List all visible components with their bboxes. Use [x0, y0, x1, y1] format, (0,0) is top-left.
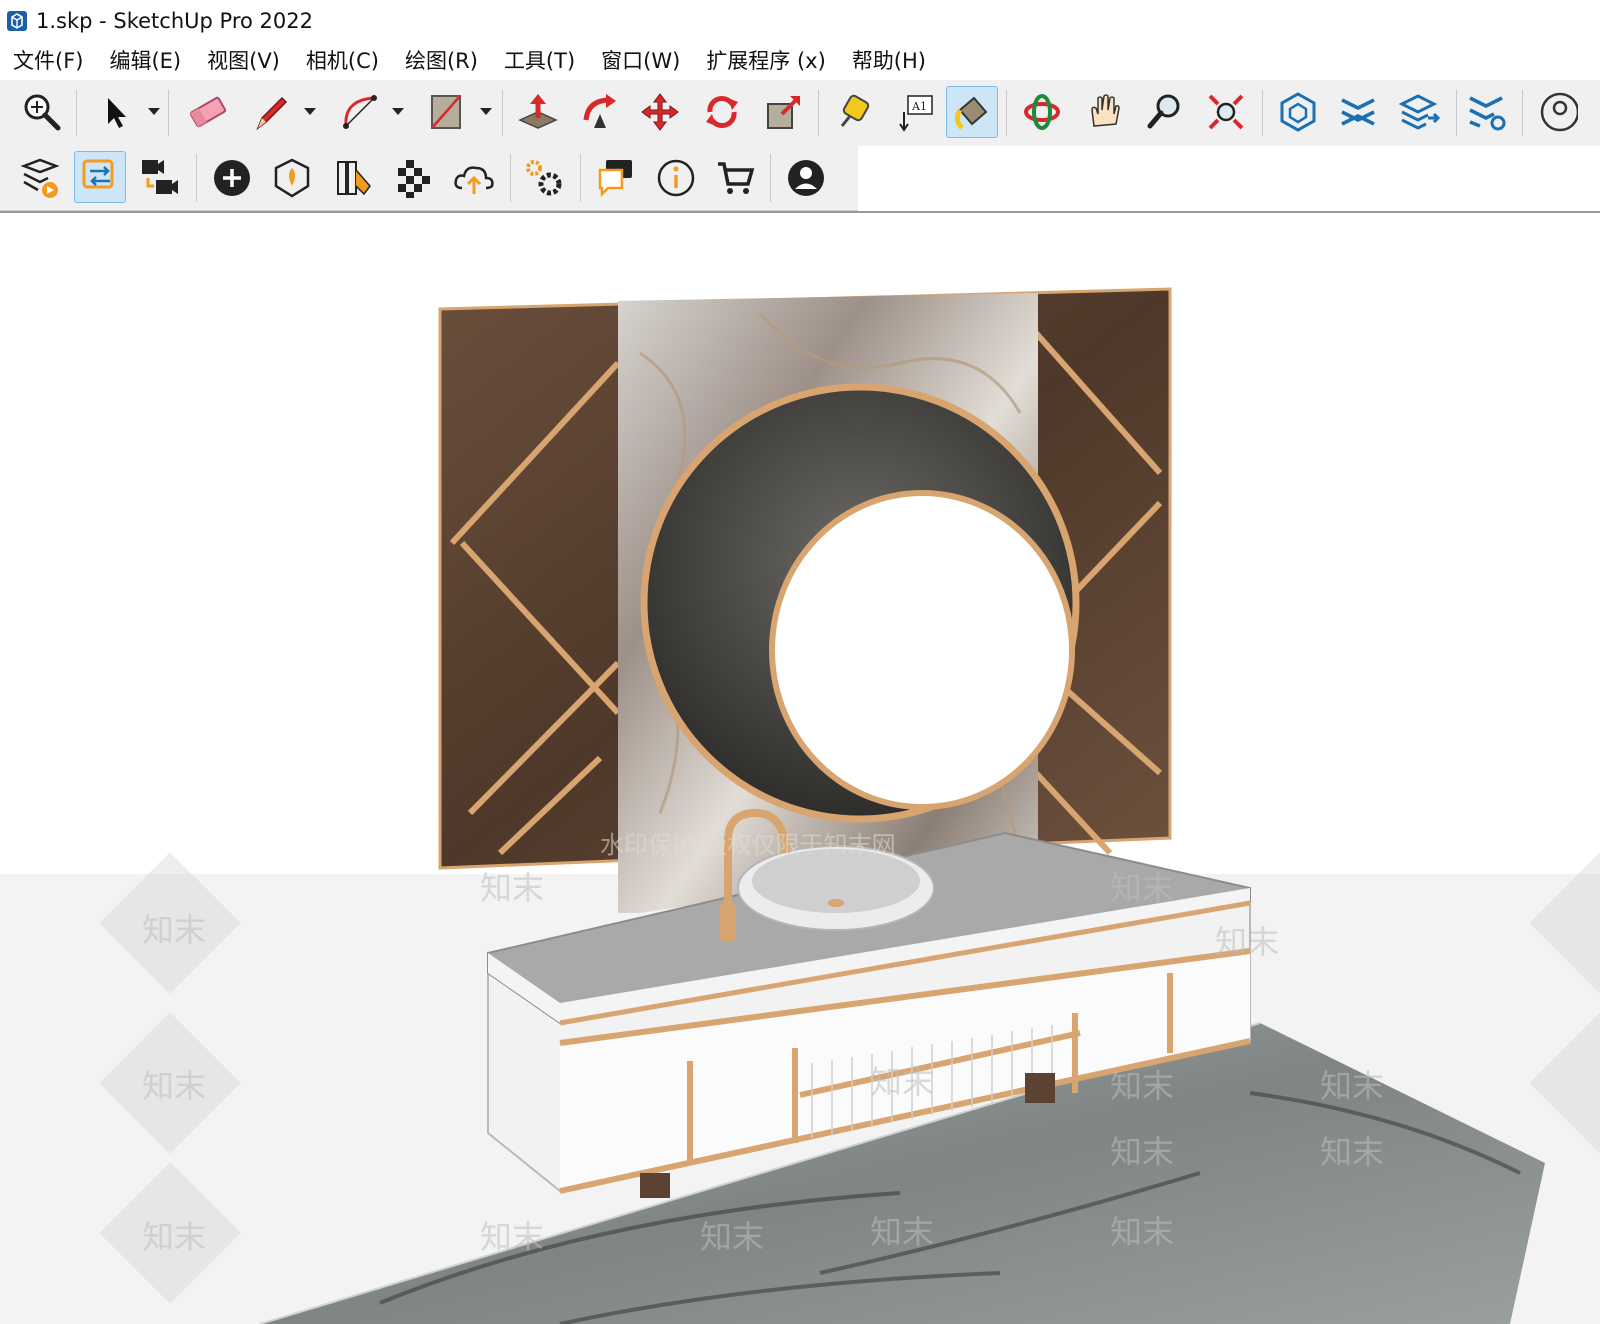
follow-me-icon[interactable]	[574, 86, 626, 138]
watermark-text: 知末	[1320, 1067, 1384, 1105]
watermark-text: 知末	[1110, 1213, 1174, 1251]
rotate-icon[interactable]	[696, 86, 748, 138]
watermark-text: 知末	[1110, 1133, 1174, 1171]
menu-tools[interactable]: 工具(T)	[491, 42, 588, 80]
orbit-icon[interactable]	[1016, 86, 1068, 138]
watermark-text: 知末	[142, 911, 206, 949]
svg-text:A1: A1	[911, 100, 927, 113]
pencil-line-icon[interactable]	[246, 86, 298, 138]
window-title: 1.skp - SketchUp Pro 2022	[36, 9, 313, 33]
watermark-text: 知末	[1215, 923, 1279, 961]
paint-bucket-icon[interactable]	[946, 86, 998, 138]
rectangle-icon[interactable]	[420, 86, 472, 138]
section-plane-icon[interactable]	[1332, 86, 1384, 138]
title-bar: 1.skp - SketchUp Pro 2022	[0, 0, 1600, 42]
arc-dropdown-chevron-icon[interactable]	[390, 86, 406, 138]
shield-location-icon[interactable]	[266, 152, 318, 204]
menu-file[interactable]: 文件(F)	[0, 42, 96, 80]
menu-extensions[interactable]: 扩展程序 (x)	[693, 42, 839, 80]
vanity-model: 知末 知末 知末 知末 知末 知末 知末 知末 知末 知末 知末 知末 知末 知…	[99, 287, 1600, 1324]
model-viewport[interactable]: 知末 知末 知末 知末 知末 知末 知末 知末 知末 知末 知末 知末 知末 知…	[0, 211, 1600, 1324]
watermark-text: 知末	[480, 869, 544, 907]
menu-help[interactable]: 帮助(H)	[839, 42, 939, 80]
cloud-upload-icon[interactable]	[448, 152, 500, 204]
menu-bar: 文件(F) 编辑(E) 视图(V) 相机(C) 绘图(R) 工具(T) 窗口(W…	[0, 42, 1600, 80]
warehouse-icon[interactable]	[1272, 86, 1324, 138]
cart-icon[interactable]	[710, 152, 762, 204]
menu-camera[interactable]: 相机(C)	[293, 42, 392, 80]
watermark-text: 知末	[1320, 1133, 1384, 1171]
shape-dropdown-chevron-icon[interactable]	[478, 86, 494, 138]
settings-ext-icon[interactable]	[1462, 86, 1514, 138]
pan-icon[interactable]	[1078, 86, 1130, 138]
watermark-caption: 水印保护 版权仅限于知末网	[600, 831, 896, 859]
main-toolbar: A1	[0, 80, 1600, 147]
material-palette-icon[interactable]	[328, 152, 380, 204]
zoom-icon[interactable]	[1140, 86, 1192, 138]
scale-icon[interactable]	[758, 86, 810, 138]
text-label-icon[interactable]: A1	[890, 86, 942, 138]
watermark-text: 知末	[142, 1067, 206, 1105]
account-icon[interactable]	[1530, 86, 1582, 138]
watermark-text: 知末	[1110, 1067, 1174, 1105]
menu-window[interactable]: 窗口(W)	[588, 42, 693, 80]
eraser-icon[interactable]	[182, 86, 234, 138]
zoom-extents-icon[interactable]	[16, 86, 68, 138]
line-dropdown-chevron-icon[interactable]	[302, 86, 318, 138]
watermark-text: 知末	[700, 1218, 764, 1256]
menu-draw[interactable]: 绘图(R)	[392, 42, 491, 80]
watermark-text: 知末	[142, 1218, 206, 1256]
menu-edit[interactable]: 编辑(E)	[96, 42, 194, 80]
select-icon[interactable]	[90, 86, 142, 138]
move-icon[interactable]	[634, 86, 686, 138]
push-pull-icon[interactable]	[512, 86, 564, 138]
gear-cluster-icon[interactable]	[518, 152, 570, 204]
menu-view[interactable]: 视图(V)	[194, 42, 293, 80]
secondary-toolbar	[0, 146, 858, 211]
scenes-video-icon[interactable]	[134, 152, 186, 204]
tape-measure-icon[interactable]	[828, 86, 880, 138]
layers-export-icon[interactable]	[1394, 86, 1446, 138]
zoom-window-icon[interactable]	[1200, 86, 1252, 138]
arc-icon[interactable]	[334, 86, 386, 138]
info-icon[interactable]	[650, 152, 702, 204]
watermark-text: 知末	[1110, 869, 1174, 907]
layout-send-icon[interactable]	[14, 152, 66, 204]
watermark-text: 知末	[480, 1218, 544, 1256]
watermark-text: 知末	[870, 1213, 934, 1251]
sketchup-logo-icon	[7, 11, 27, 31]
chat-bubbles-icon[interactable]	[590, 152, 642, 204]
select-dropdown-chevron-icon[interactable]	[146, 86, 162, 138]
watermark-text: 知末	[870, 1063, 934, 1101]
add-circle-icon[interactable]	[206, 152, 258, 204]
switch-view-icon[interactable]	[74, 151, 126, 203]
checker-pattern-icon[interactable]	[388, 152, 440, 204]
user-icon[interactable]	[780, 152, 832, 204]
